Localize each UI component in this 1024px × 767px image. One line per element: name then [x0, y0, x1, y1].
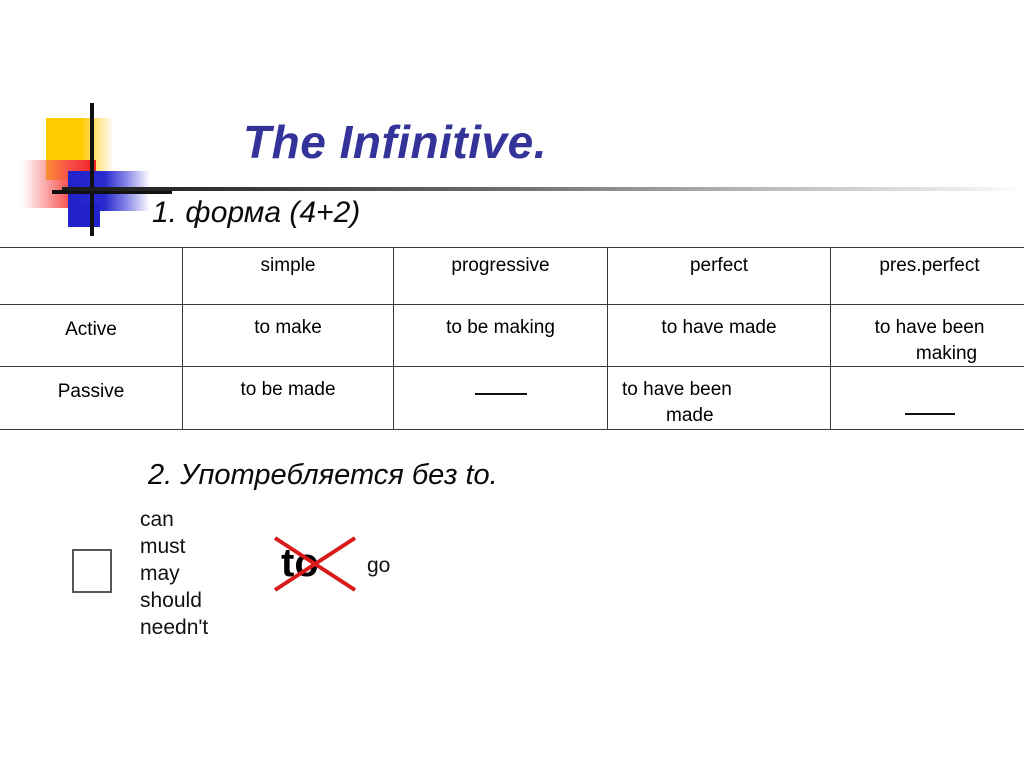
modal-verbs-list: can must may should needn't: [140, 506, 208, 641]
cell-passive-simple: to be made: [182, 366, 394, 430]
cell-active-simple: to make: [182, 303, 394, 368]
header-label-pres-perfect: pres.perfect: [879, 255, 980, 276]
table-row-passive: Passive to be made to have been made: [0, 366, 1024, 430]
list-item: must: [140, 535, 186, 558]
cell-text-active-progressive: to be making: [446, 317, 555, 338]
cell-passive-pres-perfect: [830, 366, 1024, 430]
row-label-active-cell: Active: [0, 303, 183, 368]
header-label-progressive: progressive: [451, 255, 550, 276]
cell-active-perfect: to have made: [607, 303, 831, 368]
cell-text-active-perfect: to have made: [661, 317, 777, 338]
header-label-simple: simple: [260, 255, 316, 276]
crossed-out-to: to: [272, 534, 358, 594]
cell-line-2: made: [666, 404, 714, 426]
cell-text-active-simple: to make: [254, 317, 322, 338]
cell-passive-perfect: to have been made: [607, 366, 831, 430]
empty-square-icon: [72, 549, 112, 593]
list-item: needn't: [140, 616, 209, 639]
row-label-passive: Passive: [57, 381, 125, 403]
cell-passive-progressive: [393, 366, 608, 430]
red-cross-out-icon: [273, 536, 357, 592]
header-cell-pres-perfect: pres.perfect: [830, 247, 1024, 305]
cell-active-pres-perfect: to have been making: [830, 303, 1024, 368]
list-item: should: [140, 589, 202, 612]
page-title: The Infinitive.: [243, 116, 547, 168]
header-cell-blank: [0, 247, 183, 305]
em-dash-icon-progressive-passive: [394, 367, 607, 405]
cell-text-active-pres-perfect: to have been making: [831, 305, 1024, 366]
em-dash-icon-pres-perfect-passive: [831, 367, 1024, 425]
row-label-active: Active: [65, 319, 117, 340]
section-2-heading: 2. Употребляется без to.: [148, 459, 498, 491]
header-cell-progressive: progressive: [393, 247, 608, 305]
header-cell-perfect: perfect: [607, 247, 831, 305]
cell-active-progressive: to be making: [393, 303, 608, 368]
header-cell-simple: simple: [182, 247, 394, 305]
cell-text-passive-perfect: to have been made: [608, 367, 830, 428]
cell-line-1: to have been: [874, 317, 985, 338]
list-item: can: [140, 508, 174, 531]
cell-line-2: making: [915, 342, 978, 364]
cell-line-1: to have been: [622, 379, 732, 401]
cell-text-passive-simple: to be made: [240, 379, 336, 401]
title-divider: [62, 187, 1024, 191]
verb-go: go: [367, 554, 391, 577]
infinitive-forms-table: simple progressive perfect pres.perfect …: [0, 247, 1024, 430]
table-row-active: Active to make to be making to have made…: [0, 303, 1024, 368]
table-header-row: simple progressive perfect pres.perfect: [0, 247, 1024, 305]
logo-blue-square-lower: [68, 203, 100, 227]
row-label-passive-cell: Passive: [0, 366, 183, 430]
list-item: may: [140, 562, 180, 585]
header-label-perfect: perfect: [689, 255, 749, 276]
section-1-heading: 1. форма (4+2): [152, 196, 361, 229]
